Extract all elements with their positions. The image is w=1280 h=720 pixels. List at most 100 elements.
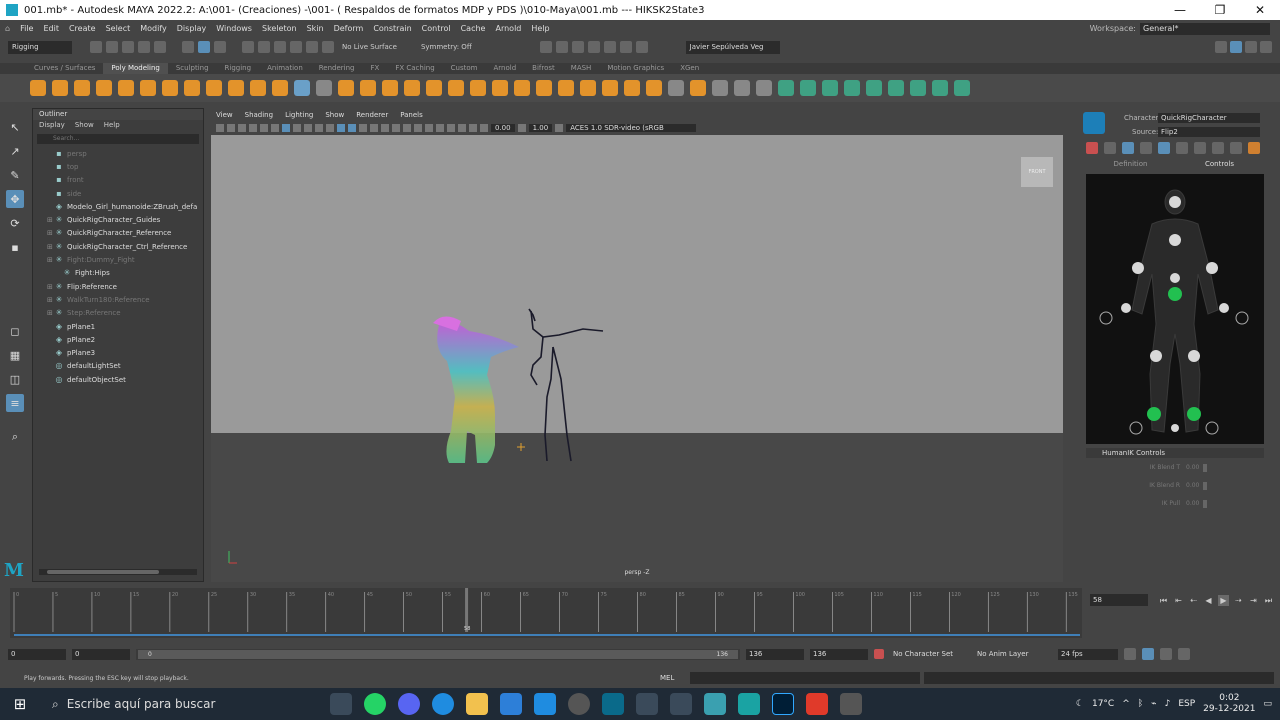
store-icon[interactable] xyxy=(534,693,556,715)
wireframe-on-shaded-icon[interactable] xyxy=(359,123,367,132)
playback-end-field[interactable]: 136 xyxy=(746,648,804,660)
bluetooth-icon[interactable]: ᛒ xyxy=(1138,699,1143,709)
substance-icon[interactable] xyxy=(738,693,760,715)
outliner-layout-icon[interactable]: ≡ xyxy=(6,394,24,412)
paint-select-tool-icon[interactable]: ✎ xyxy=(6,166,24,184)
gamma-icon[interactable] xyxy=(517,123,526,132)
expand-icon[interactable]: ⊞ xyxy=(47,309,55,317)
menu-arnold[interactable]: Arnold xyxy=(490,24,526,33)
undo-icon[interactable] xyxy=(138,41,150,53)
menu-control[interactable]: Control xyxy=(417,24,456,33)
maya-launcher-icon[interactable] xyxy=(602,693,624,715)
symmetry-label[interactable]: Symmetry: Off xyxy=(421,43,472,51)
hik-tab-controls[interactable]: Controls xyxy=(1175,160,1264,170)
weather-icon[interactable]: ☾ xyxy=(1076,699,1084,709)
character-set-dropdown[interactable]: No Character Set xyxy=(890,649,968,660)
uv-editor-icon[interactable] xyxy=(778,80,794,96)
mirror-icon[interactable] xyxy=(316,80,332,96)
anim-layer-dropdown[interactable]: No Anim Layer xyxy=(974,649,1052,660)
language-indicator[interactable]: ESP xyxy=(1178,699,1195,709)
delete-edge-icon[interactable] xyxy=(668,80,684,96)
step-back-key-icon[interactable]: ⇤ xyxy=(1173,595,1184,606)
edge-icon[interactable] xyxy=(432,693,454,715)
isolate-select-icon[interactable] xyxy=(436,123,444,132)
menu-deform[interactable]: Deform xyxy=(329,24,369,33)
maximize-button[interactable]: ❐ xyxy=(1200,3,1240,17)
play-backwards-icon[interactable]: ◀ xyxy=(1203,595,1214,606)
viewport-menu-show[interactable]: Show xyxy=(325,110,344,121)
shelf-tab-fx[interactable]: FX xyxy=(363,63,388,74)
stance-icon[interactable] xyxy=(1230,142,1242,154)
shadows-icon[interactable] xyxy=(392,123,400,132)
3d-viewport[interactable]: FRONT persp -Z xyxy=(211,135,1063,582)
discord-icon[interactable] xyxy=(398,693,420,715)
outliner-row[interactable]: ◎ defaultLightSet xyxy=(33,360,203,373)
tray-overflow-icon[interactable]: ^ xyxy=(1122,699,1130,709)
select-tool-icon[interactable]: ↖ xyxy=(6,118,24,136)
render-settings-icon[interactable] xyxy=(571,41,584,53)
menu-constrain[interactable]: Constrain xyxy=(368,24,416,33)
gate-mask-icon[interactable] xyxy=(293,123,301,132)
exposure-icon[interactable] xyxy=(480,123,488,132)
loop-icon[interactable] xyxy=(1124,648,1136,660)
tool-settings-toggle-icon[interactable] xyxy=(1245,41,1257,53)
triangulate-icon[interactable] xyxy=(756,80,772,96)
volume-icon[interactable]: ♪ xyxy=(1165,699,1171,709)
maya-taskbar-icon[interactable] xyxy=(704,693,726,715)
uv-auto-icon[interactable] xyxy=(822,80,838,96)
attribute-editor-toggle-icon[interactable] xyxy=(1230,41,1242,53)
expand-icon[interactable]: ⊞ xyxy=(47,283,55,291)
boolean-icon[interactable] xyxy=(404,80,420,96)
separate-icon[interactable] xyxy=(360,80,376,96)
expand-icon[interactable]: ⊞ xyxy=(47,256,55,264)
outliner-row[interactable]: ◎ defaultObjectSet xyxy=(33,373,203,386)
rotate-tool-icon[interactable]: ⟳ xyxy=(6,214,24,232)
camera-select-icon[interactable] xyxy=(216,123,224,132)
select-object-icon[interactable] xyxy=(198,41,210,53)
select-hierarchy-icon[interactable] xyxy=(182,41,194,53)
auto-key-icon[interactable] xyxy=(874,649,884,659)
poly-torus-icon[interactable] xyxy=(118,80,134,96)
textured-icon[interactable] xyxy=(370,123,378,132)
fill-hole-icon[interactable] xyxy=(492,80,508,96)
circularize-icon[interactable] xyxy=(734,80,750,96)
uv-layout-icon[interactable] xyxy=(888,80,904,96)
source-dropdown[interactable]: Flip2 xyxy=(1158,127,1260,137)
uv-sew-icon[interactable] xyxy=(932,80,948,96)
edge-loop-icon[interactable] xyxy=(580,80,596,96)
acrobat-icon[interactable] xyxy=(806,693,828,715)
shelf-tab-bifrost[interactable]: Bifrost xyxy=(524,63,563,74)
outliner-row[interactable]: ✳ Fight:Hips xyxy=(33,267,203,280)
taskbar-search-box[interactable]: ⌕ Escribe aquí para buscar xyxy=(40,688,310,720)
magnify-icon[interactable]: ⌕ xyxy=(6,428,24,446)
image-plane-icon[interactable] xyxy=(249,123,257,132)
menu-cache[interactable]: Cache xyxy=(456,24,491,33)
viewport-menu-lighting[interactable]: Lighting xyxy=(285,110,313,121)
user-account-dropdown[interactable]: Javier Sepúlveda Veg xyxy=(685,40,780,54)
expand-icon[interactable]: ⊞ xyxy=(47,229,55,237)
append-polygon-icon[interactable] xyxy=(536,80,552,96)
minimize-button[interactable]: — xyxy=(1160,3,1200,17)
shelf-tab-animation[interactable]: Animation xyxy=(259,63,311,74)
color-management-icon[interactable] xyxy=(555,123,564,132)
bridge-icon[interactable] xyxy=(448,80,464,96)
ik-row-slider[interactable] xyxy=(1203,464,1208,472)
viewport-menu-shading[interactable]: Shading xyxy=(245,110,273,121)
skeleton-character[interactable] xyxy=(528,308,604,462)
svg-icon[interactable] xyxy=(272,80,288,96)
live-surface-label[interactable]: No Live Surface xyxy=(342,43,397,51)
render-view-icon[interactable] xyxy=(603,41,616,53)
poke-icon[interactable] xyxy=(690,80,706,96)
shelf-tab-motion-graphics[interactable]: Motion Graphics xyxy=(599,63,672,74)
super-shape-icon[interactable] xyxy=(206,80,222,96)
bevel-icon[interactable] xyxy=(470,80,486,96)
selection-mode-icon[interactable] xyxy=(1158,142,1170,154)
snap-curve-icon[interactable] xyxy=(258,41,270,53)
target-weld-icon[interactable] xyxy=(602,80,618,96)
animation-start-field[interactable]: 0 xyxy=(8,648,66,660)
sound-icon[interactable] xyxy=(1160,648,1172,660)
open-scene-icon[interactable] xyxy=(106,41,118,53)
expand-icon[interactable]: ⊞ xyxy=(47,296,55,304)
taskbar-clock[interactable]: 0:02 29-12-2021 xyxy=(1203,693,1255,715)
windows-start-icon[interactable]: ⊞ xyxy=(0,688,40,720)
